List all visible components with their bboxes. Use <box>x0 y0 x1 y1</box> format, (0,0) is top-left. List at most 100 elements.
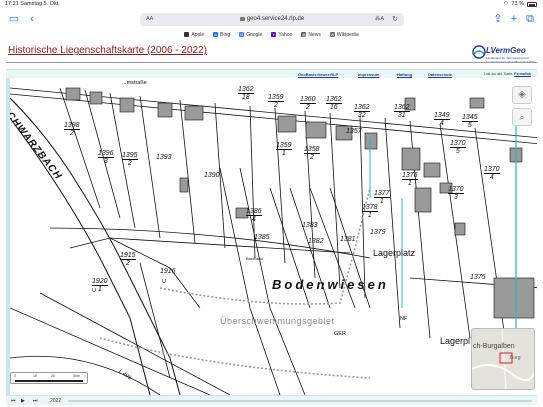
parcel-label: 1362 31 <box>394 104 410 119</box>
bookmark-google[interactable]: G Google <box>239 30 262 39</box>
browser-toolbar: ▭ ‹ AA geo4.service24.rlp.de ⁂A ↻ ⇪ + ⧉ <box>0 10 543 28</box>
link-haftung[interactable]: Haftung <box>397 72 412 77</box>
cadastral-map <box>10 87 537 395</box>
parcel-number: 1920 <box>92 278 108 286</box>
parcel-number: 1349 <box>434 112 450 120</box>
link-impressum[interactable]: Impressum <box>358 72 379 77</box>
logo-mark-icon <box>472 45 486 59</box>
overview-map[interactable]: ch-Burgalben Burg <box>471 328 535 390</box>
parcel-label: 1390 <box>204 172 220 179</box>
layers-button[interactable]: ◈ <box>512 86 532 104</box>
bookmark-bing[interactable]: b Bing <box>213 30 230 39</box>
parcel-label: 1378 1 <box>362 204 378 219</box>
tabs-overview-icon[interactable]: ⧉ <box>524 13 536 25</box>
logo-text: LVermGeo <box>486 46 526 55</box>
overview-place-label-2: Burg <box>510 355 521 361</box>
lagerplatz-label-2: Lagerpl <box>440 336 471 346</box>
address-bar[interactable]: AA geo4.service24.rlp.de ⁂A ↻ <box>140 13 404 26</box>
parcel-number: 1375 <box>470 274 486 281</box>
parcel-number: 1386 <box>246 208 262 216</box>
timeline-slider[interactable] <box>68 400 532 402</box>
parcel-sub-number: 32 <box>357 112 366 119</box>
link-geobasisviewer[interactable]: GeoBasisViewer.RLP <box>298 72 338 77</box>
wifi-icon: ◠ <box>503 1 509 7</box>
permalink-link[interactable]: Permalink <box>514 72 531 76</box>
street-label: ...mstraße <box>122 80 147 86</box>
parcel-label: 1396 3 <box>98 150 114 165</box>
parcel-label: 1920 1 <box>92 278 108 293</box>
parcel-sub-number: 31 <box>397 112 406 119</box>
search-icon: ⌕ <box>519 112 525 122</box>
parcel-number: 1370 <box>450 140 466 148</box>
favorites-bar: Apple b Bing G Google Y Yahoo ▤ News W Wikipedia <box>0 30 543 39</box>
parcel-sub-number: 1 <box>97 286 102 293</box>
bookmark-label: Yahoo <box>278 31 293 38</box>
parcel-sub-number: 2 <box>125 260 130 267</box>
last-year-icon[interactable]: ⏭ <box>33 398 38 404</box>
news-icon: ▤ <box>301 32 307 37</box>
parcel-number: 1915 <box>120 252 136 260</box>
parcel-label: 1370 5 <box>450 140 466 155</box>
bookmark-yahoo[interactable]: Y Yahoo <box>271 30 292 39</box>
bookmark-wikipedia[interactable]: W Wikipedia <box>329 30 359 39</box>
parcel-number: 1377 <box>374 190 390 198</box>
new-tab-icon[interactable]: + <box>508 13 520 25</box>
apple-icon <box>184 32 190 37</box>
parcel-label: 1345 5 <box>462 114 478 129</box>
lvermgeo-logo[interactable]: LVermGeo Landesamt für Vermessung und Ge… <box>472 45 538 64</box>
scale-bar-graphic <box>15 380 83 382</box>
page-title[interactable]: Historische Liegenschaftskarte (2006 - 2… <box>8 45 207 56</box>
parcel-label: 1362 32 <box>354 104 370 119</box>
sidebar-icon[interactable]: ▭ <box>8 13 20 25</box>
parcel-sub-number: 1 <box>407 180 412 187</box>
parcel-number: 1381 <box>340 236 356 243</box>
u-label: U <box>162 279 166 285</box>
parcel-number: 1370 <box>484 166 500 174</box>
map-view[interactable]: SCHWARZBACH ...mstraße Bodenwiesen Übers… <box>6 78 537 395</box>
parcel-label: 1382 <box>308 238 324 245</box>
parcel-number: 1398 <box>64 122 80 130</box>
parcel-number: 1378 <box>362 204 378 212</box>
bookmark-label: Google <box>246 31 263 38</box>
parcel-label: 1370 4 <box>484 166 500 181</box>
bookmark-label: Wikipedia <box>336 31 359 38</box>
parcel-sub-number: 2 <box>309 154 314 161</box>
parcel-label: 1381 <box>340 236 356 243</box>
bookmark-apple[interactable]: Apple <box>184 30 204 39</box>
search-button[interactable]: ⌕ <box>512 108 532 126</box>
bookmark-label: Bing <box>220 31 231 38</box>
parcel-number: 1359 <box>268 94 284 102</box>
parcel-label: 1370 3 <box>448 186 464 201</box>
parcel-label: 1376 1 <box>402 172 418 187</box>
parcel-number: 1916 <box>160 268 176 275</box>
parcel-label: 1916 <box>160 268 176 275</box>
parcel-label: 1398 2 <box>64 122 80 137</box>
parcel-sub-number: 2 <box>305 104 310 111</box>
back-icon[interactable]: ‹ <box>26 13 38 25</box>
play-icon[interactable]: ▶ <box>21 398 25 404</box>
bookmark-news[interactable]: ▤ News <box>301 30 321 39</box>
link-datenschutz[interactable]: Datenschutz <box>428 72 452 77</box>
parcel-label: 1359 1 <box>276 142 292 157</box>
bing-icon: b <box>213 32 219 37</box>
parcel-number: 1357 <box>346 128 362 135</box>
parcel-number: 1358 <box>304 146 320 154</box>
reload-icon[interactable]: ↻ <box>392 15 398 23</box>
parcel-sub-number: 4 <box>489 174 494 181</box>
first-year-icon[interactable]: ⏮ <box>11 398 16 404</box>
parcel-number: 1379 <box>370 229 386 236</box>
parcel-label: 1360 2 <box>300 96 316 111</box>
parcel-number: 1362 <box>394 104 410 112</box>
timeline-bar: ⏮ ▶ ⏭ 2022 <box>6 395 537 405</box>
google-icon: G <box>239 32 245 37</box>
lock-icon <box>239 16 245 21</box>
translate-icon[interactable]: ⁂A <box>375 16 384 22</box>
scale-tick: 10 <box>33 374 37 378</box>
scale-tick: 30m <box>73 374 80 378</box>
parcel-label: 1362 18 <box>238 86 254 101</box>
wikipedia-icon: W <box>329 32 335 37</box>
parcel-number: 1385 <box>254 234 270 241</box>
parcel-label: 1375 <box>470 274 486 281</box>
share-icon[interactable]: ⇪ <box>492 13 504 25</box>
parcel-sub-number: 5 <box>455 148 460 155</box>
